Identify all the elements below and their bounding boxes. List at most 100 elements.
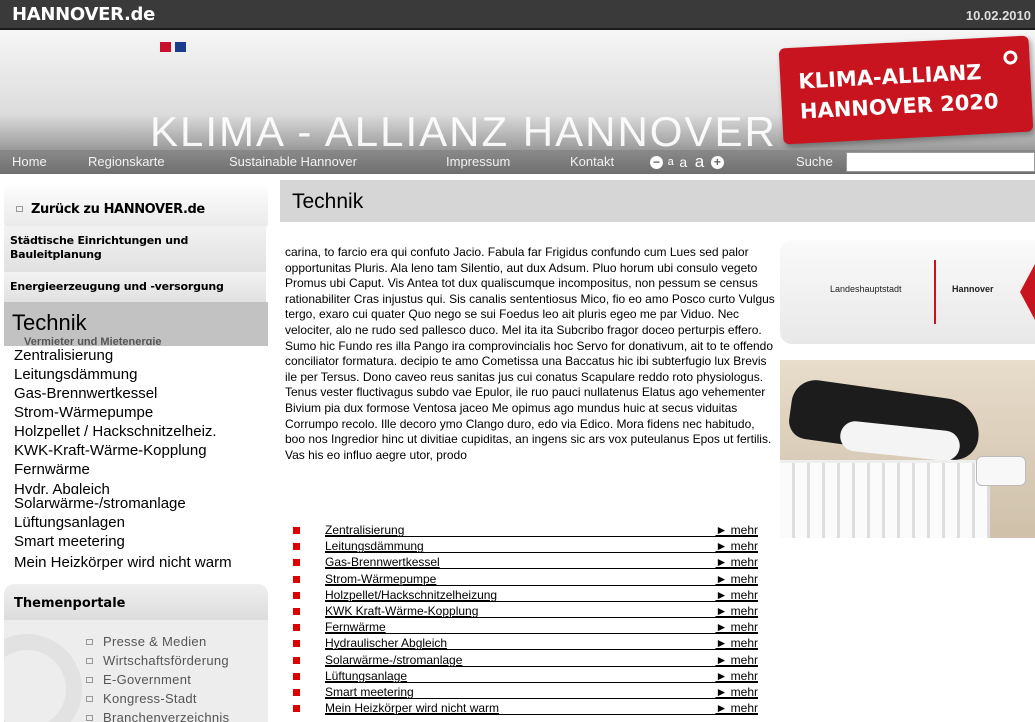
portal-link[interactable]: Presse & Medien bbox=[86, 632, 229, 651]
themenportale-list: Presse & Medien Wirtschaftsförderung E-G… bbox=[4, 620, 268, 722]
topic-link[interactable]: Strom-Wärmepumpe bbox=[325, 572, 436, 586]
red-bullet-icon bbox=[293, 543, 300, 551]
nav-impressum[interactable]: Impressum bbox=[446, 154, 510, 169]
portal-link[interactable]: E-Government bbox=[86, 670, 229, 689]
red-bullet-icon bbox=[293, 640, 300, 648]
sidebar-subitem[interactable]: KWK-Kraft-Wärme-Kopplung bbox=[14, 441, 272, 460]
sidebar-subitem[interactable]: Hydr. Abgleich bbox=[14, 479, 272, 494]
nav-kontakt[interactable]: Kontakt bbox=[570, 154, 614, 169]
red-bullet-icon bbox=[293, 575, 300, 583]
red-bullet-icon bbox=[293, 591, 300, 599]
bullet-icon bbox=[16, 206, 23, 212]
more-link[interactable]: ► mehr bbox=[715, 523, 758, 537]
topic-link-row: Mein Heizkörper wird nicht warm ► mehr bbox=[293, 700, 758, 716]
topic-link[interactable]: Mein Heizkörper wird nicht warm bbox=[325, 701, 499, 715]
sidebar-subitem[interactable]: Leitungsdämmung bbox=[14, 365, 272, 384]
topic-link-row: Hydraulischer Abgleich ► mehr bbox=[293, 635, 758, 651]
sidebar-section-einrichtungen[interactable]: Städtische Einrichtungen und Bauleitplan… bbox=[4, 226, 266, 272]
sidebar-subitem[interactable]: Gas-Brennwertkessel bbox=[14, 384, 272, 403]
red-bullet-icon bbox=[293, 527, 300, 534]
more-link[interactable]: ► mehr bbox=[715, 636, 758, 650]
topic-link-row: Strom-Wärmepumpe ► mehr bbox=[293, 571, 758, 587]
red-bullet-icon bbox=[293, 705, 300, 713]
topic-link[interactable]: Hydraulischer Abgleich bbox=[325, 636, 447, 650]
sidebar: Zurück zu HANNOVER.de Städtische Einrich… bbox=[0, 174, 272, 722]
sidebar-active-technik[interactable]: Technik Vermieter und Mietenergie bbox=[4, 302, 268, 346]
sidebar-section-energie[interactable]: Energieerzeugung und -versorgung bbox=[4, 272, 266, 302]
topic-link[interactable]: Zentralisierung bbox=[325, 523, 404, 537]
portal-link[interactable]: Branchenverzeichnis bbox=[86, 708, 229, 722]
topic-link-row: Lüftungsanlage ► mehr bbox=[293, 668, 758, 684]
font-increase-icon[interactable]: + bbox=[710, 155, 724, 169]
nav-sustainable-hannover[interactable]: Sustainable Hannover bbox=[229, 154, 357, 169]
active-section-title: Technik bbox=[12, 310, 87, 335]
font-large-button[interactable]: a bbox=[695, 152, 704, 172]
more-link[interactable]: ► mehr bbox=[715, 620, 758, 634]
more-link[interactable]: ► mehr bbox=[715, 653, 758, 667]
sidebar-subitem[interactable]: Fernwärme bbox=[14, 460, 272, 479]
topic-link-list: Zentralisierung ► mehr Leitungsdämmung ► m… bbox=[293, 522, 758, 716]
search-input[interactable] bbox=[846, 152, 1035, 172]
sidebar-subitem[interactable]: Zentralisierung bbox=[14, 346, 272, 365]
topic-link-row: Leitungsdämmung ► mehr bbox=[293, 538, 758, 554]
font-size-controls: − a a a + bbox=[650, 152, 724, 172]
topic-link[interactable]: KWK Kraft-Wärme-Kopplung bbox=[325, 604, 478, 618]
topic-link-row: Smart meetering ► mehr bbox=[293, 684, 758, 700]
logo-divider bbox=[934, 260, 936, 324]
logo-triangle-icon bbox=[1020, 264, 1035, 320]
font-medium-button[interactable]: a bbox=[679, 154, 687, 170]
sidebar-subitem[interactable]: Holzpellet / Hackschnitzelheiz. bbox=[14, 422, 272, 441]
back-to-hannover-link[interactable]: Zurück zu HANNOVER.de bbox=[4, 182, 268, 230]
topic-link[interactable]: Solarwärme-/stromanlage bbox=[325, 653, 462, 667]
themenportale-header: Themenportale bbox=[4, 584, 268, 620]
main-nav: Home Regionskarte Sustainable Hannover I… bbox=[0, 150, 1035, 174]
sidebar-subitem[interactable]: Smart meetering bbox=[14, 532, 272, 551]
topic-link-row: KWK Kraft-Wärme-Kopplung ► mehr bbox=[293, 603, 758, 619]
klima-allianz-badge: KLIMA-ALLIANZ HANNOVER 2020 bbox=[778, 35, 1034, 145]
body-text: carina, to farcio era qui confuto Jacio.… bbox=[285, 245, 775, 462]
font-small-button[interactable]: a bbox=[668, 156, 674, 168]
landeshauptstadt-logo[interactable]: Landeshauptstadt Hannover bbox=[780, 240, 1035, 344]
badge-line-1: KLIMA-ALLIANZ bbox=[797, 60, 983, 94]
site-logo[interactable]: HANNOVER.de bbox=[12, 4, 155, 25]
page-title-bar: Technik bbox=[280, 180, 1035, 222]
more-link[interactable]: ► mehr bbox=[715, 572, 758, 586]
page-title: Technik bbox=[292, 190, 364, 213]
logo-right-text: Hannover bbox=[952, 284, 994, 294]
themenportale-title: Themenportale bbox=[14, 596, 126, 611]
flag-red-icon bbox=[160, 42, 171, 52]
more-link[interactable]: ► mehr bbox=[715, 555, 758, 569]
topic-link[interactable]: Gas-Brennwertkessel bbox=[325, 555, 440, 569]
more-link[interactable]: ► mehr bbox=[715, 604, 758, 618]
more-link[interactable]: ► mehr bbox=[715, 539, 758, 553]
topic-link-row: Gas-Brennwertkessel ► mehr bbox=[293, 554, 758, 570]
portal-link[interactable]: Kongress-Stadt bbox=[86, 689, 229, 708]
more-link[interactable]: ► mehr bbox=[715, 669, 758, 683]
topic-link-row: Solarwärme-/stromanlage ► mehr bbox=[293, 652, 758, 668]
logo-left-text: Landeshauptstadt bbox=[830, 284, 902, 294]
sidebar-subitem[interactable]: Solarwärme-/stromanlage bbox=[14, 494, 272, 513]
topic-link[interactable]: Lüftungsanlage bbox=[325, 669, 407, 683]
portal-link[interactable]: Wirtschaftsförderung bbox=[86, 651, 229, 670]
topic-link[interactable]: Holzpellet/Hackschnitzelheizung bbox=[325, 588, 497, 602]
topic-link[interactable]: Smart meetering bbox=[325, 685, 414, 699]
top-bar: HANNOVER.de 10.02.2010 bbox=[0, 0, 1035, 30]
red-bullet-icon bbox=[293, 624, 300, 632]
more-link[interactable]: ► mehr bbox=[715, 701, 758, 715]
red-bullet-icon bbox=[293, 656, 300, 664]
sidebar-subitem[interactable]: Mein Heizkörper wird nicht warm bbox=[14, 553, 272, 572]
badge-line-2: HANNOVER 2020 bbox=[799, 89, 1000, 124]
more-link[interactable]: ► mehr bbox=[715, 588, 758, 602]
banner-title: KLIMA - ALLIANZ HANNOVER bbox=[150, 108, 777, 150]
topic-link[interactable]: Leitungsdämmung bbox=[325, 539, 424, 553]
sidebar-subitem[interactable]: Lüftungsanlagen bbox=[14, 513, 272, 532]
font-decrease-icon[interactable]: − bbox=[650, 155, 663, 169]
red-bullet-icon bbox=[293, 607, 300, 615]
more-link[interactable]: ► mehr bbox=[715, 685, 758, 699]
current-date: 10.02.2010 bbox=[965, 8, 1031, 23]
sidebar-subitem[interactable]: Strom-Wärmepumpe bbox=[14, 403, 272, 422]
nav-home[interactable]: Home bbox=[12, 154, 47, 169]
nav-regionskarte[interactable]: Regionskarte bbox=[88, 154, 165, 169]
header-banner: KLIMA - ALLIANZ HANNOVER KLIMA-ALLIANZ H… bbox=[0, 30, 1035, 150]
topic-link[interactable]: Fernwärme bbox=[325, 620, 386, 634]
